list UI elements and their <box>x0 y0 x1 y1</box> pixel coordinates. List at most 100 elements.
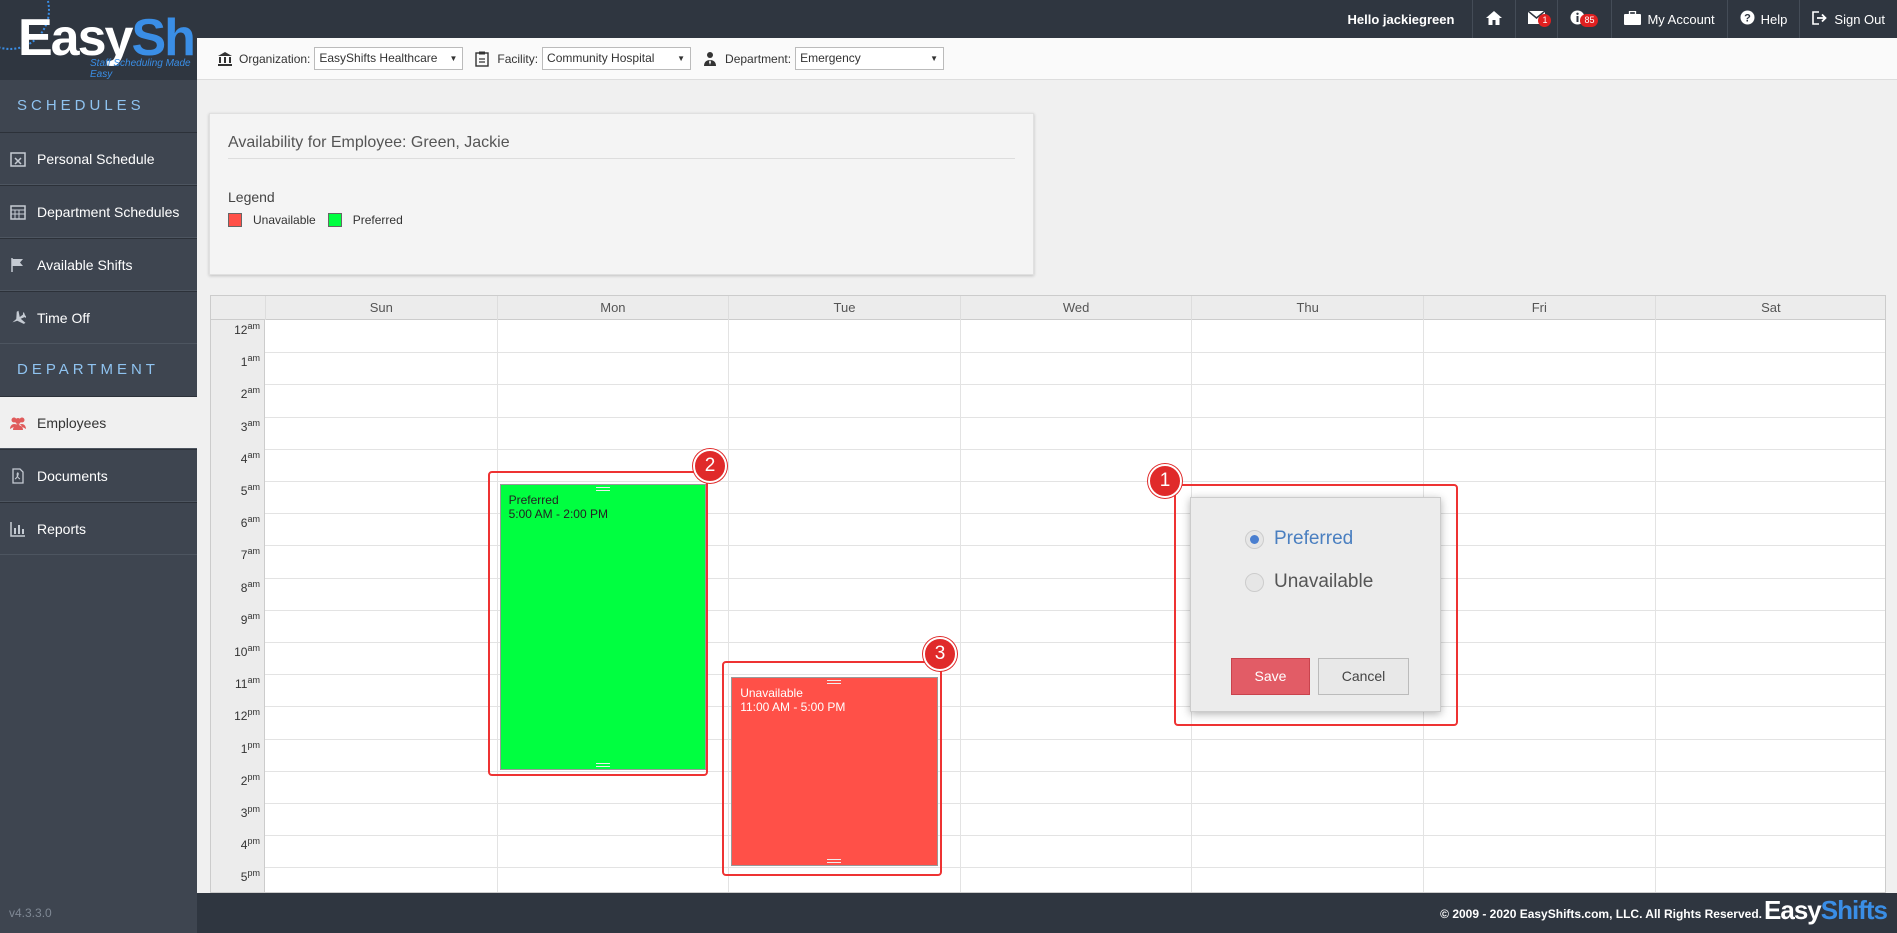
home-icon <box>1485 10 1503 29</box>
event-time: 11:00 AM - 5:00 PM <box>740 700 846 715</box>
cancel-button[interactable]: Cancel <box>1318 658 1409 695</box>
day-header-mon: Mon <box>496 296 729 320</box>
time-hour: 12 <box>234 323 248 337</box>
sidebar-item-label: Documents <box>37 467 108 484</box>
sidebar-item-available-shifts[interactable]: Available Shifts <box>0 238 197 291</box>
time-label: 7am <box>241 546 260 562</box>
sidebar-item-label: Employees <box>37 414 107 431</box>
logo-tagline: Staff Scheduling Made Easy <box>90 58 191 80</box>
bar-chart-icon <box>9 520 27 538</box>
sign-out-label: Sign Out <box>1834 11 1885 27</box>
copyright: © 2009 - 2020 EasyShifts.com, LLC. All R… <box>1440 907 1762 921</box>
sign-out-button[interactable]: Sign Out <box>1799 0 1897 38</box>
day-header-sun: Sun <box>265 296 497 320</box>
sidebar-item-reports[interactable]: Reports <box>0 502 197 555</box>
time-period: pm <box>247 739 260 750</box>
availability-card: Availability for Employee: Green, Jackie… <box>209 113 1034 275</box>
resize-handle-bottom[interactable] <box>595 762 610 767</box>
time-period: am <box>247 417 260 428</box>
save-button[interactable]: Save <box>1231 658 1310 695</box>
help-button[interactable]: ? Help <box>1726 0 1800 38</box>
easyshifts-logo[interactable]: EasyShifts Staff Scheduling Made Easy <box>0 0 197 80</box>
resize-handle-top[interactable] <box>827 680 842 685</box>
footer-logo-easy: Easy <box>1764 895 1822 925</box>
time-label: 3am <box>241 418 260 434</box>
time-period: pm <box>247 771 260 782</box>
department-select[interactable]: Emergency <box>795 47 945 70</box>
time-label: 4am <box>241 450 260 466</box>
footer: © 2009 - 2020 EasyShifts.com, LLC. All R… <box>197 893 1897 933</box>
sidebar-item-label: Reports <box>37 520 87 537</box>
messages-button[interactable]: 1 <box>1515 0 1557 38</box>
event-title: Preferred <box>508 493 559 507</box>
legend-label: Preferred <box>352 213 403 227</box>
time-label: 9am <box>241 611 260 627</box>
legend-label: Unavailable <box>253 213 316 227</box>
pdf-file-icon <box>9 467 27 485</box>
section-title-schedules: SCHEDULES <box>0 80 197 132</box>
legend-swatch-preferred <box>327 213 342 227</box>
notifications-button[interactable]: 85 <box>1557 0 1599 38</box>
organization-select[interactable]: EasyShifts Healthcare <box>314 47 464 70</box>
event-time: 5:00 AM - 2:00 PM <box>508 507 608 521</box>
unavailable-block[interactable]: Unavailable 11:00 AM - 5:00 PM <box>731 677 938 867</box>
my-account-button[interactable]: My Account <box>1611 0 1726 38</box>
time-period: am <box>247 546 260 557</box>
hour-gridline <box>265 835 1885 837</box>
messages-badge: 1 <box>1538 14 1552 27</box>
filter-bar: Organization: EasyShifts Healthcare Faci… <box>197 38 1897 80</box>
sidebar-item-time-off[interactable]: Time Off <box>0 291 197 344</box>
legend-swatch-unavailable <box>228 213 242 227</box>
time-period: pm <box>247 707 260 718</box>
time-period: am <box>247 353 260 364</box>
home-button[interactable] <box>1472 0 1515 38</box>
preferred-block[interactable]: Preferred 5:00 AM - 2:00 PM <box>499 484 707 770</box>
hour-gridline <box>265 384 1885 386</box>
time-hour: 10 <box>234 645 248 659</box>
unavailable-option-label: Unavailable <box>1274 571 1374 592</box>
sidebar-item-label: Time Off <box>37 309 90 326</box>
app-version: v4.3.3.0 <box>9 906 52 920</box>
unavailable-radio[interactable] <box>1245 572 1264 592</box>
annotation-marker-1: 1 <box>1148 464 1182 498</box>
legend-item-unavailable: Unavailable <box>228 213 316 227</box>
time-period: am <box>247 385 260 396</box>
time-hour: 12 <box>234 709 248 724</box>
time-label: 6am <box>241 514 260 530</box>
legend-title: Legend <box>228 189 275 205</box>
calendar-grid-icon <box>9 203 27 221</box>
resize-handle-bottom[interactable] <box>827 859 842 864</box>
time-label: 12am <box>234 321 260 337</box>
sidebar: EasyShifts Staff Scheduling Made Easy SC… <box>0 0 197 933</box>
greeting: Hello jackiegreen <box>1347 11 1455 27</box>
time-label: 11am <box>235 675 260 691</box>
footer-logo-shifts: Shifts <box>1820 895 1888 925</box>
clipboard-icon <box>475 51 491 67</box>
time-label: 5pm <box>241 868 260 884</box>
time-period: pm <box>247 804 260 814</box>
time-period: pm <box>247 836 260 847</box>
day-header-fri: Fri <box>1423 296 1655 320</box>
briefcase-icon <box>1624 10 1642 28</box>
event-title: Unavailable <box>740 686 803 701</box>
time-period: am <box>247 675 260 686</box>
facility-select[interactable]: Community Hospital <box>542 47 692 70</box>
sidebar-item-documents[interactable]: Documents <box>0 449 197 502</box>
hour-gridline <box>265 352 1885 354</box>
day-header-tue: Tue <box>728 296 960 320</box>
sidebar-item-employees[interactable]: Employees <box>0 396 197 449</box>
unavailable-option[interactable]: Unavailable <box>1245 571 1440 593</box>
preferred-option[interactable]: Preferred <box>1245 528 1440 550</box>
footer-logo: EasyShifts <box>1764 895 1888 926</box>
airplane-icon <box>9 309 27 327</box>
preferred-radio[interactable] <box>1245 529 1264 549</box>
weekly-calendar: Sun Mon Tue Wed Thu Fri Sat 12am 1am 2am 3am 4am 5a… <box>210 295 1886 893</box>
time-period: am <box>247 610 260 621</box>
time-period: am <box>247 449 260 460</box>
time-label: 2pm <box>241 772 260 788</box>
resize-handle-top[interactable] <box>595 487 610 491</box>
availability-popup: Preferred Unavailable Save Cancel <box>1190 497 1441 712</box>
sidebar-item-department-schedules[interactable]: Department Schedules <box>0 185 197 238</box>
sidebar-item-personal-schedule[interactable]: Personal Schedule <box>0 132 197 185</box>
svg-text:?: ? <box>1744 13 1751 25</box>
